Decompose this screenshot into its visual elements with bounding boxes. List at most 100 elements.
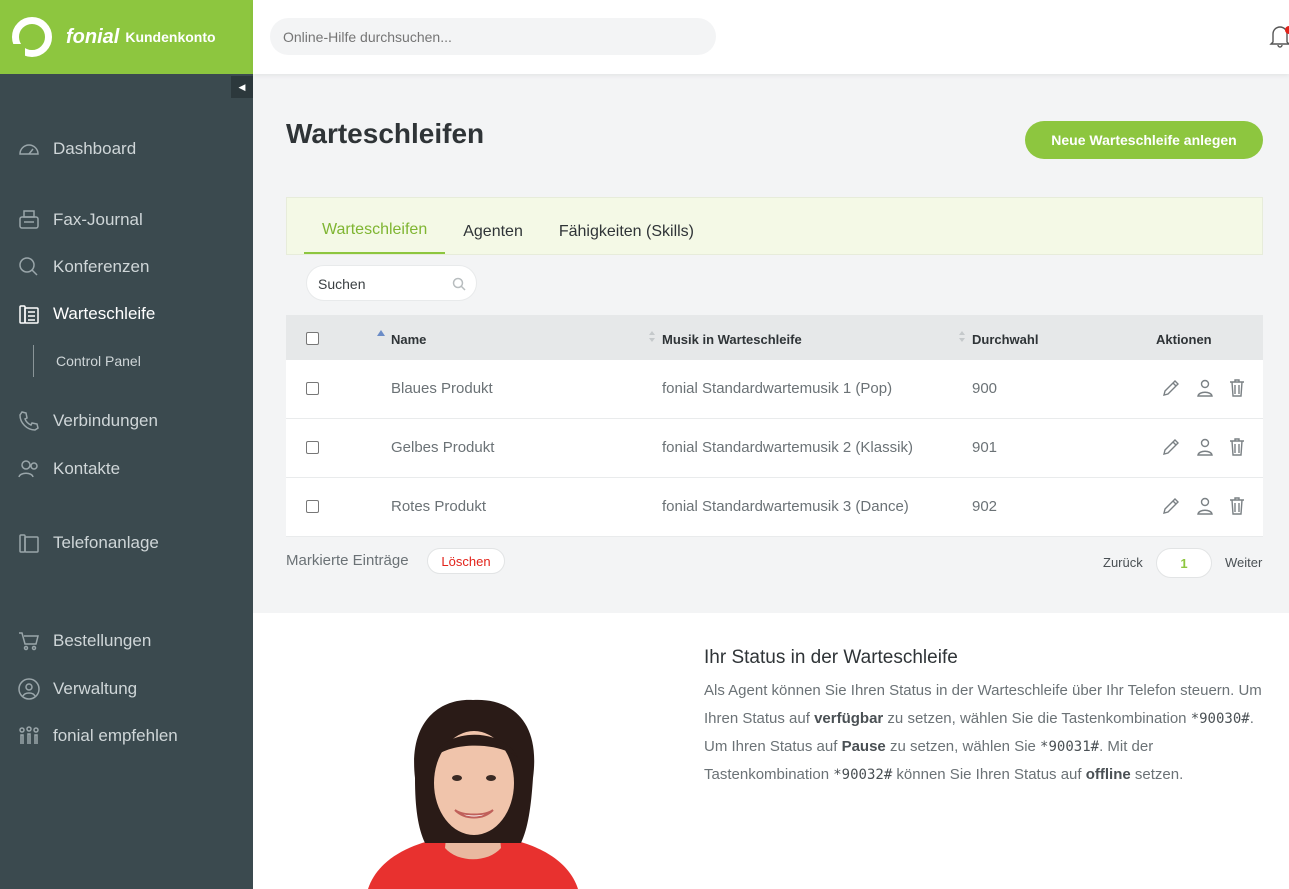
edit-pencil-icon[interactable] bbox=[1160, 495, 1182, 517]
row-extension: 902 bbox=[972, 498, 998, 515]
info-title: Ihr Status in der Warteschleife bbox=[704, 647, 958, 668]
speedometer-icon bbox=[15, 137, 43, 161]
status-offline: offline bbox=[1085, 766, 1131, 783]
edit-pencil-icon[interactable] bbox=[1160, 436, 1182, 458]
column-header-name[interactable]: Name bbox=[391, 332, 426, 347]
sidebar-item-kontakte[interactable]: Kontakte bbox=[0, 454, 253, 484]
status-available: verfügbar bbox=[814, 710, 884, 727]
page-title: Warteschleifen bbox=[286, 118, 485, 149]
column-header-actions: Aktionen bbox=[1156, 332, 1212, 347]
sidebar-item-warteschleife[interactable]: Warteschleife bbox=[0, 299, 253, 329]
sidebar-item-label: Warteschleife bbox=[53, 304, 156, 323]
sidebar-item-label: Verwaltung bbox=[53, 679, 138, 698]
sidebar-item-konferenzen[interactable]: Konferenzen bbox=[0, 252, 253, 282]
row-name[interactable]: Rotes Produkt bbox=[391, 498, 486, 515]
brand-header[interactable]: fonial Kundenkonto bbox=[0, 0, 253, 74]
sidebar-subitem-control-panel[interactable]: Control Panel bbox=[33, 345, 141, 377]
fonial-logo-icon bbox=[11, 17, 52, 58]
chat-bubbles-icon bbox=[15, 255, 43, 279]
code-offline: *90032# bbox=[833, 767, 893, 783]
table-search-placeholder: Suchen bbox=[318, 276, 366, 292]
pagination-current-page[interactable]: 1 bbox=[1156, 548, 1212, 578]
people-group-icon bbox=[15, 724, 43, 748]
status-pause: Pause bbox=[841, 738, 886, 755]
phone-handset-icon bbox=[15, 409, 43, 433]
table-row: Rotes Produkt fonial Standardwartemusik … bbox=[286, 478, 1263, 537]
brand-subtitle: Kundenkonto bbox=[125, 29, 216, 45]
status-info-panel: Ihr Status in der Warteschleife Als Agen… bbox=[253, 613, 1289, 889]
sidebar-item-label: Telefonanlage bbox=[53, 533, 159, 552]
sidebar-item-label: Kontakte bbox=[53, 459, 121, 478]
delete-trash-icon[interactable] bbox=[1226, 495, 1248, 517]
code-pause: *90031# bbox=[1040, 739, 1100, 755]
sort-icon[interactable] bbox=[959, 331, 965, 343]
agent-portrait-image bbox=[368, 699, 578, 889]
sidebar-item-verwaltung[interactable]: Verwaltung bbox=[0, 674, 253, 704]
top-bar bbox=[253, 0, 1289, 74]
fax-icon bbox=[15, 208, 43, 232]
row-checkbox[interactable] bbox=[306, 441, 319, 454]
search-icon bbox=[452, 277, 466, 291]
column-header-music[interactable]: Musik in Warteschleife bbox=[662, 332, 802, 347]
sidebar: fonial Kundenkonto ◀ Dashboard Fax-Journ… bbox=[0, 0, 253, 889]
edit-pencil-icon[interactable] bbox=[1160, 377, 1182, 399]
desk-phone-icon bbox=[15, 302, 43, 326]
sidebar-item-label: Verbindungen bbox=[53, 411, 158, 430]
info-text: Als Agent können Sie Ihren Status in der… bbox=[704, 677, 1279, 789]
sidebar-item-label: fonial empfehlen bbox=[53, 726, 178, 745]
agent-user-icon[interactable] bbox=[1194, 495, 1216, 517]
sidebar-item-telefonanlage[interactable]: Telefonanlage bbox=[0, 528, 253, 558]
sidebar-item-bestellungen[interactable]: Bestellungen bbox=[0, 626, 253, 656]
new-queue-button[interactable]: Neue Warteschleife anlegen bbox=[1025, 121, 1263, 159]
sidebar-item-label: Bestellungen bbox=[53, 631, 152, 650]
row-checkbox[interactable] bbox=[306, 500, 319, 513]
row-name[interactable]: Gelbes Produkt bbox=[391, 439, 494, 456]
table-search-input[interactable]: Suchen bbox=[306, 265, 477, 301]
table-footer: Markierte Einträge Löschen Zurück 1 Weit… bbox=[286, 548, 1263, 578]
sort-icon[interactable] bbox=[649, 331, 655, 343]
row-music: fonial Standardwartemusik 1 (Pop) bbox=[662, 380, 893, 397]
collapse-sidebar-button[interactable]: ◀ bbox=[231, 76, 253, 98]
sort-ascending-icon[interactable] bbox=[377, 330, 385, 336]
column-header-extension[interactable]: Durchwahl bbox=[972, 332, 1038, 347]
bulk-actions-label: Markierte Einträge bbox=[286, 552, 409, 569]
info-text-part: setzen. bbox=[1130, 766, 1184, 783]
tab-agenten[interactable]: Agenten bbox=[445, 223, 541, 254]
agent-user-icon[interactable] bbox=[1194, 436, 1216, 458]
sidebar-item-label: Dashboard bbox=[53, 139, 137, 158]
table-row: Blaues Produkt fonial Standardwartemusik… bbox=[286, 360, 1263, 419]
sidebar-item-verbindungen[interactable]: Verbindungen bbox=[0, 406, 253, 436]
queues-card: Warteschleifen Agenten Fähigkeiten (Skil… bbox=[286, 197, 1263, 537]
user-circle-icon bbox=[15, 677, 43, 701]
sidebar-subitem-label: Control Panel bbox=[56, 353, 141, 369]
info-text-part: können Sie Ihren Status auf bbox=[892, 766, 1086, 783]
phone-system-icon bbox=[15, 531, 43, 555]
row-music: fonial Standardwartemusik 3 (Dance) bbox=[662, 498, 909, 515]
sidebar-item-label: Fax-Journal bbox=[53, 210, 143, 229]
delete-selected-button[interactable]: Löschen bbox=[427, 548, 505, 574]
brand-name: fonial bbox=[66, 25, 120, 48]
info-text-part: zu setzen, wählen Sie die Tastenkombinat… bbox=[883, 710, 1191, 727]
tab-skills[interactable]: Fähigkeiten (Skills) bbox=[541, 223, 712, 254]
row-name[interactable]: Blaues Produkt bbox=[391, 380, 493, 397]
shopping-cart-icon bbox=[15, 629, 43, 653]
delete-trash-icon[interactable] bbox=[1226, 436, 1248, 458]
table-search-row: Suchen bbox=[286, 255, 1263, 315]
pagination-next[interactable]: Weiter bbox=[1225, 555, 1262, 570]
table-header: Name Musik in Warteschleife Durchwahl Ak… bbox=[286, 315, 1263, 360]
pagination-prev[interactable]: Zurück bbox=[1103, 555, 1143, 570]
tab-warteschleifen[interactable]: Warteschleifen bbox=[304, 221, 446, 254]
sidebar-item-dashboard[interactable]: Dashboard bbox=[0, 134, 253, 164]
row-extension: 900 bbox=[972, 380, 998, 397]
row-music: fonial Standardwartemusik 2 (Klassik) bbox=[662, 439, 913, 456]
delete-trash-icon[interactable] bbox=[1226, 377, 1248, 399]
select-all-checkbox[interactable] bbox=[306, 332, 319, 345]
sidebar-item-fax-journal[interactable]: Fax-Journal bbox=[0, 205, 253, 235]
notification-bell-icon[interactable] bbox=[1269, 24, 1289, 48]
sidebar-item-fonial-empfehlen[interactable]: fonial empfehlen bbox=[0, 721, 253, 751]
info-text-part: zu setzen, wählen Sie bbox=[885, 738, 1041, 755]
row-checkbox[interactable] bbox=[306, 382, 319, 395]
help-search-input[interactable] bbox=[270, 18, 716, 55]
agent-user-icon[interactable] bbox=[1194, 377, 1216, 399]
code-available: *90030# bbox=[1190, 711, 1250, 727]
